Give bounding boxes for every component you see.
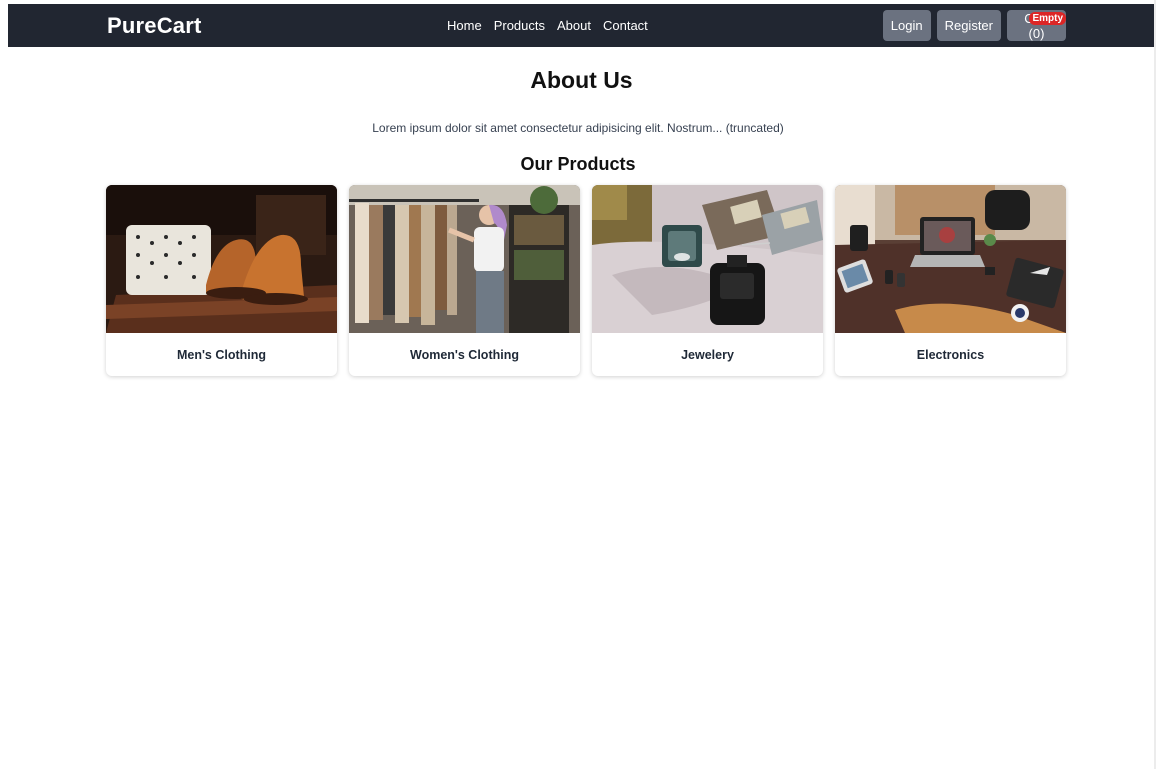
category-card-mens-clothing[interactable]: Men's Clothing [106, 185, 337, 376]
cart-empty-badge: Empty [1029, 12, 1066, 25]
category-card-jewelery[interactable]: Jewelery [592, 185, 823, 376]
womens-clothing-photo [349, 185, 580, 333]
mens-clothing-photo [106, 185, 337, 333]
nav-link-about[interactable]: About [557, 18, 591, 33]
nav-links: Home Products About Contact [447, 4, 648, 47]
category-label: Jewelery [681, 347, 734, 362]
navbar: PureCart Home Products About Contact Log… [8, 4, 1155, 47]
category-cards: Men's Clothing Women's Clothing Jewelery… [106, 185, 1066, 376]
login-button[interactable]: Login [882, 10, 931, 41]
category-label: Women's Clothing [410, 347, 519, 362]
page-title: About Us [530, 67, 633, 93]
category-card-womens-clothing[interactable]: Women's Clothing [349, 185, 580, 376]
about-text: Lorem ipsum dolor sit amet consectetur a… [372, 121, 784, 135]
category-card-electronics[interactable]: Electronics [835, 185, 1066, 376]
jewelery-photo [592, 185, 823, 333]
category-label: Electronics [916, 347, 985, 362]
electronics-photo [835, 185, 1066, 333]
nav-link-products[interactable]: Products [494, 18, 545, 33]
products-section-title: Our Products [520, 154, 636, 174]
cart-button[interactable]: Cart (0) Empty [1007, 10, 1066, 41]
nav-actions: Login Register Cart (0) Empty [882, 10, 1066, 41]
brand-logo[interactable]: PureCart [107, 13, 202, 39]
category-label: Men's Clothing [176, 347, 267, 362]
page: PureCart Home Products About Contact Log… [8, 4, 1155, 769]
nav-link-contact[interactable]: Contact [603, 18, 648, 33]
nav-link-home[interactable]: Home [447, 18, 482, 33]
register-button[interactable]: Register [936, 10, 1001, 41]
